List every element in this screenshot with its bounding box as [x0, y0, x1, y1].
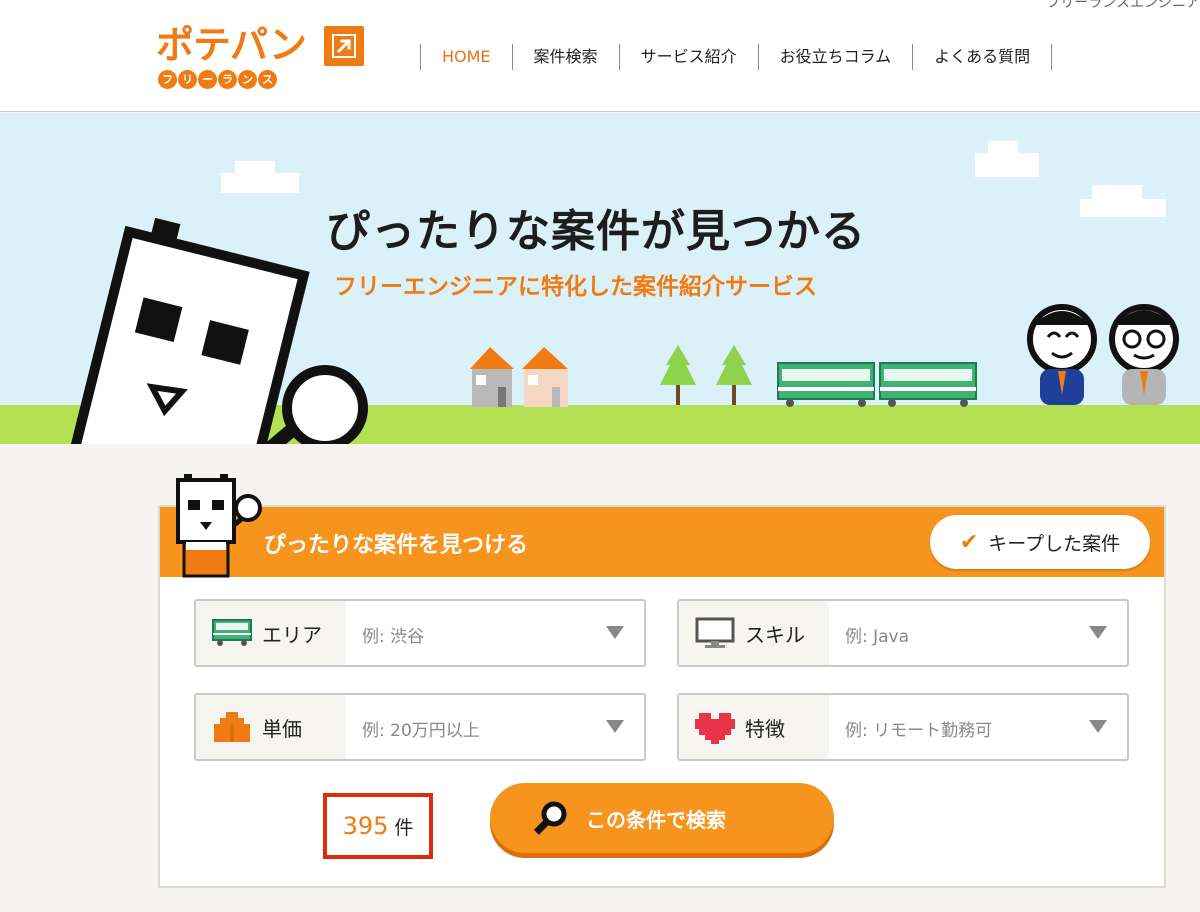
nav-home[interactable]: HOME — [420, 44, 512, 70]
result-count: 395 件 — [323, 793, 433, 859]
kept-jobs-label: キープした案件 — [988, 532, 1121, 555]
logo-arrow-icon — [324, 26, 364, 66]
train-icon — [212, 619, 252, 646]
nav-faq[interactable]: よくある質問 — [912, 44, 1053, 70]
feature-placeholder: 例: リモート勤務可 — [845, 721, 993, 741]
feature-select[interactable]: 特徴 例: リモート勤務可 — [677, 693, 1129, 761]
nav-job-search[interactable]: 案件検索 — [511, 44, 619, 70]
train-icon — [777, 362, 977, 407]
hero-subtitle: フリーエンジニアに特化した案件紹介サービス — [334, 274, 817, 300]
area-select[interactable]: エリア 例: 渋谷 — [194, 599, 646, 667]
area-label: エリア — [262, 622, 322, 647]
top-banner-text: フリーランスエンジニア — [1046, 0, 1200, 11]
houses-icon — [470, 347, 568, 407]
search-submit-button[interactable]: この条件で検索 — [490, 783, 834, 853]
logo-subtitle: フ リ ー ラ ン ス — [158, 70, 277, 89]
panda-small-icon — [176, 474, 262, 578]
search-submit-label: この条件で検索 — [586, 807, 726, 832]
site-logo[interactable]: ポテパン フ リ ー ラ ン ス — [156, 20, 371, 94]
main-nav: HOME 案件検索 サービス紹介 お役立ちコラム よくある質問 — [420, 44, 1053, 70]
hero-title: ぴったりな案件が見つかる — [326, 206, 866, 257]
chevron-down-icon — [606, 626, 624, 639]
monitor-icon — [695, 617, 735, 648]
search-panel-title: ぴったりな案件を見つける — [264, 533, 529, 558]
chevron-down-icon — [1089, 720, 1107, 733]
engineer-characters-icon — [1027, 304, 1179, 405]
price-label: 単価 — [262, 716, 302, 741]
skill-label: スキル — [745, 622, 805, 647]
money-bag-icon — [214, 712, 250, 742]
kept-jobs-button[interactable]: ✔ キープした案件 — [930, 515, 1150, 569]
price-placeholder: 例: 20万円以上 — [362, 721, 480, 741]
chevron-down-icon — [1089, 626, 1107, 639]
feature-label: 特徴 — [745, 716, 785, 741]
site-header: フリーランスエンジニア ポテパン フ リ ー ラ ン ス HOME 案件検索 サ… — [0, 0, 1200, 112]
result-count-number: 395 — [342, 812, 389, 840]
price-select[interactable]: 単価 例: 20万円以上 — [194, 693, 646, 761]
logo-wordmark: ポテパン — [156, 23, 307, 67]
result-count-unit: 件 — [394, 816, 414, 839]
nav-service[interactable]: サービス紹介 — [618, 44, 758, 70]
area-placeholder: 例: 渋谷 — [362, 627, 425, 647]
chevron-down-icon — [606, 720, 624, 733]
skill-placeholder: 例: Java — [845, 627, 910, 647]
hero-banner: ぴったりな案件が見つかる フリーエンジニアに特化した案件紹介サービス — [0, 113, 1200, 444]
trees-icon — [660, 345, 752, 405]
check-icon: ✔ — [959, 529, 979, 555]
search-icon — [533, 801, 567, 835]
skill-select[interactable]: スキル 例: Java — [677, 599, 1129, 667]
search-panel-header: ぴったりな案件を見つける ✔ キープした案件 — [160, 507, 1164, 577]
nav-column[interactable]: お役立ちコラム — [757, 44, 913, 70]
heart-icon — [695, 713, 735, 744]
